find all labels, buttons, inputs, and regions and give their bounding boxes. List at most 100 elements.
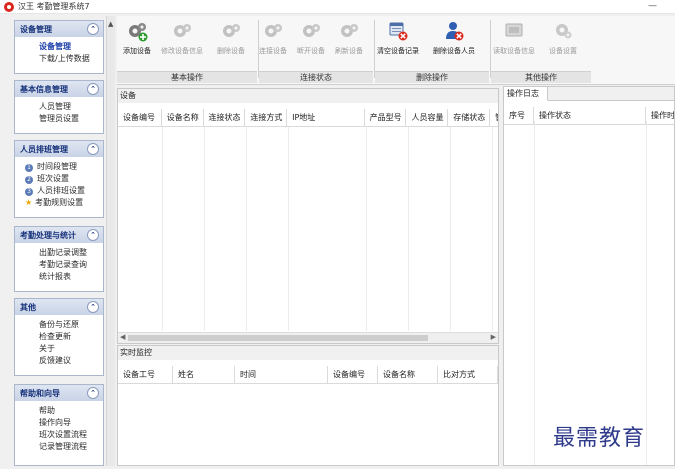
column-header[interactable]: 设备编号 xyxy=(328,366,378,383)
sidebar-group-header[interactable]: 其他 ⌃ xyxy=(15,299,103,315)
sidebar-group-header[interactable]: 人员排班管理 ⌃ xyxy=(15,141,103,157)
device-table-header: 设备编号 设备名称 连接状态 连接方式 IP地址 产品型号 人员容量 存储状态 … xyxy=(118,109,498,127)
column-header[interactable]: 姓名 xyxy=(173,366,235,383)
edit-device-label: 修改设备信息 xyxy=(161,47,203,55)
column-header[interactable]: 序号 xyxy=(504,107,534,124)
sidebar-item-record-adjust[interactable]: 出勤记录调整 xyxy=(15,247,103,259)
gears-connect-icon xyxy=(265,24,282,37)
column-divider xyxy=(646,121,647,465)
clear-device-records-label: 清空设备记录 xyxy=(377,47,419,55)
sidebar-splitter[interactable]: ▲ xyxy=(106,16,115,466)
sidebar-item-device-management[interactable]: 设备管理 xyxy=(15,41,103,53)
collapse-arrow-icon[interactable]: ▲ xyxy=(108,20,113,28)
add-device-button[interactable]: 添加设备 xyxy=(123,20,151,56)
sidebar-item-label: 人员排班设置 xyxy=(37,186,85,195)
sidebar-group-header[interactable]: 帮助和向导 ⌃ xyxy=(15,385,103,401)
gears-edit-icon xyxy=(174,24,191,37)
column-header[interactable]: 连接方式 xyxy=(245,109,288,126)
sidebar-item-personnel[interactable]: 人员管理 xyxy=(15,101,103,113)
device-settings-button[interactable]: 设备设置 xyxy=(549,20,577,56)
sidebar-item-attendance-rules[interactable]: ★ 考勤规则设置 xyxy=(15,197,103,209)
device-panel: 设备 设备编号 设备名称 连接状态 连接方式 IP地址 产品型号 人员容量 存储… xyxy=(117,88,499,344)
app-logo-icon xyxy=(4,1,14,12)
disconnect-device-button[interactable]: 断开设备 xyxy=(297,20,325,56)
sidebar-item-label: 班次设置 xyxy=(37,174,69,183)
sidebar-group-title: 帮助和向导 xyxy=(20,388,60,398)
column-header[interactable]: 设备工号 xyxy=(118,366,173,383)
sidebar-group-device: 设备管理 ⌃ 设备管理 下载/上传数据 xyxy=(14,20,104,74)
delete-user-icon xyxy=(446,22,464,41)
scroll-left-icon[interactable]: ◀ xyxy=(120,333,125,341)
column-header[interactable]: 设备名称 xyxy=(162,109,204,126)
column-divider xyxy=(492,127,493,331)
sidebar-item-record-query[interactable]: 考勤记录查询 xyxy=(15,259,103,271)
monitor-panel-title: 实时监控 xyxy=(118,346,498,360)
refresh-device-button[interactable]: 刷新设备 xyxy=(335,20,363,56)
column-header[interactable]: 人员容量 xyxy=(406,109,449,126)
sidebar-item-feedback[interactable]: 反馈建议 xyxy=(15,355,103,367)
column-header[interactable]: 连接状态 xyxy=(204,109,246,126)
column-header[interactable]: 产品型号 xyxy=(365,109,407,126)
sidebar-item-shift-settings[interactable]: 2 班次设置 xyxy=(15,173,103,185)
collapse-icon[interactable]: ⌃ xyxy=(87,387,99,399)
column-divider xyxy=(288,127,289,331)
scroll-right-icon[interactable]: ▶ xyxy=(491,333,496,341)
collapse-icon[interactable]: ⌃ xyxy=(87,229,99,241)
sidebar-group-header[interactable]: 基本信息管理 ⌃ xyxy=(15,81,103,97)
read-device-info-button[interactable]: 读取设备信息 xyxy=(493,20,535,56)
sidebar-group-header[interactable]: 考勤处理与统计 ⌃ xyxy=(15,227,103,243)
read-device-info-label: 读取设备信息 xyxy=(493,47,535,55)
sidebar-item-record-flow[interactable]: 记录管理流程 xyxy=(15,441,103,453)
gears-refresh-icon xyxy=(341,24,358,37)
sidebar-item-admin-settings[interactable]: 管理员设置 xyxy=(15,113,103,125)
column-header[interactable]: 管 xyxy=(490,109,498,126)
sidebar-item-reports[interactable]: 统计报表 xyxy=(15,271,103,283)
connect-device-button[interactable]: 连接设备 xyxy=(259,20,287,56)
column-divider xyxy=(246,127,247,331)
clear-records-icon xyxy=(389,22,408,41)
device-table-body xyxy=(118,127,498,331)
ribbon-group-delete: 清空设备记录 删除设备人员 删除操作 xyxy=(375,16,489,85)
column-header[interactable]: 设备编号 xyxy=(118,109,162,126)
horizontal-scrollbar[interactable]: ◀ ▶ xyxy=(118,332,498,343)
column-header[interactable]: 时间 xyxy=(235,366,328,383)
column-header[interactable]: 操作状态 xyxy=(534,107,646,124)
collapse-icon[interactable]: ⌃ xyxy=(87,143,99,155)
edit-device-button[interactable]: 修改设备信息 xyxy=(161,20,203,56)
sidebar-item-help[interactable]: 帮助 xyxy=(15,405,103,417)
sidebar-item-staff-scheduling[interactable]: 3 人员排班设置 xyxy=(15,185,103,197)
sidebar-group-header[interactable]: 设备管理 ⌃ xyxy=(15,21,103,37)
delete-device-button[interactable]: 删除设备 xyxy=(217,20,245,56)
sidebar-item-download-upload[interactable]: 下载/上传数据 xyxy=(15,53,103,65)
sidebar-item-about[interactable]: 关于 xyxy=(15,343,103,355)
sidebar-item-time-periods[interactable]: 1 时间段管理 xyxy=(15,161,103,173)
sidebar-item-wizard[interactable]: 操作向导 xyxy=(15,417,103,429)
sidebar-item-label: 考勤规则设置 xyxy=(35,198,84,207)
realtime-monitor-panel: 实时监控 设备工号 姓名 时间 设备编号 设备名称 比对方式 xyxy=(117,345,499,466)
sidebar-item-shift-flow[interactable]: 班次设置流程 xyxy=(15,429,103,441)
ribbon-group-label: 其他操作 xyxy=(491,71,591,83)
device-settings-label: 设备设置 xyxy=(549,47,577,55)
star-icon: ★ xyxy=(25,198,33,207)
collapse-icon[interactable]: ⌃ xyxy=(87,83,99,95)
gears-delete-icon xyxy=(223,24,240,37)
sidebar-item-check-update[interactable]: 检查更新 xyxy=(15,331,103,343)
collapse-icon[interactable]: ⌃ xyxy=(87,23,99,35)
scrollbar-thumb[interactable] xyxy=(128,335,428,341)
minimize-button[interactable]: — xyxy=(648,1,657,11)
sidebar-group-title: 人员排班管理 xyxy=(20,144,68,154)
column-divider xyxy=(366,127,367,331)
column-header[interactable]: 设备名称 xyxy=(378,366,438,383)
sidebar-group-title: 考勤处理与统计 xyxy=(20,230,76,240)
log-table-header: 序号 操作状态 操作时 xyxy=(504,107,674,125)
column-header[interactable]: 比对方式 xyxy=(438,366,498,383)
column-header[interactable]: 存储状态 xyxy=(448,109,491,126)
column-header[interactable]: IP地址 xyxy=(287,109,365,126)
collapse-icon[interactable]: ⌃ xyxy=(87,301,99,313)
sidebar-item-backup[interactable]: 备份与还原 xyxy=(15,319,103,331)
delete-device-personnel-button[interactable]: 删除设备人员 xyxy=(433,20,475,56)
tab-operation-log[interactable]: 操作日志 xyxy=(504,87,548,101)
column-divider xyxy=(534,121,535,465)
clear-device-records-button[interactable]: 清空设备记录 xyxy=(377,20,419,56)
column-header[interactable]: 操作时 xyxy=(646,107,674,124)
